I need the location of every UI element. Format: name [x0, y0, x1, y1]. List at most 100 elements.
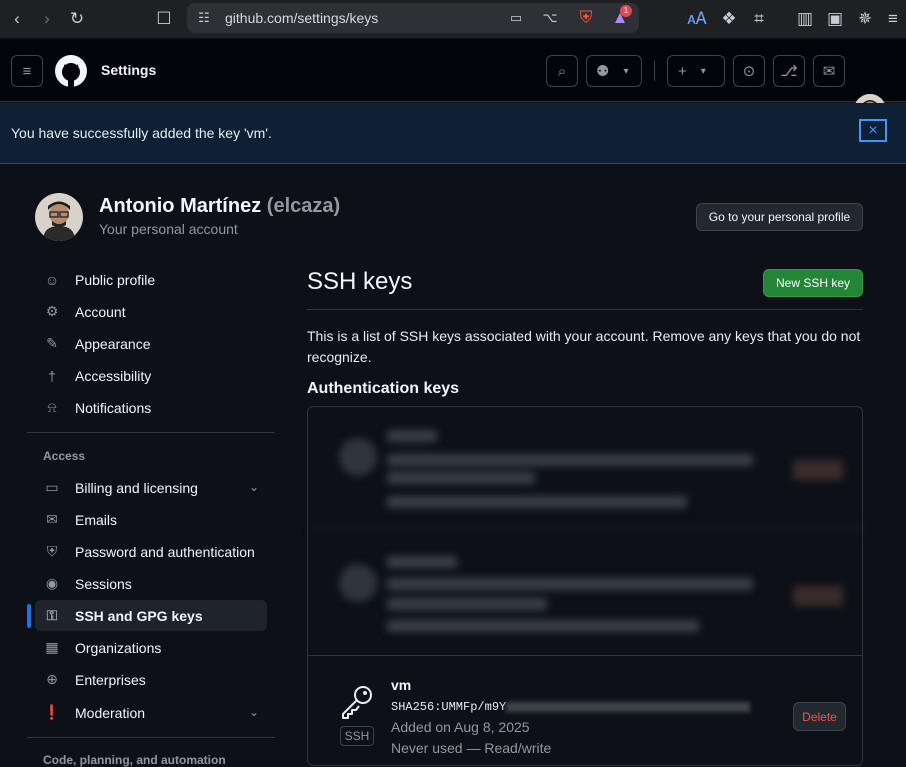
brave-shield-icon[interactable]: ⛨: [575, 7, 597, 29]
notification-badge: 1: [620, 5, 632, 17]
sidebar-item-sessions[interactable]: ◉ Sessions: [35, 568, 267, 599]
sidebar-item-password-authentication[interactable]: ⛨ Password and authentication: [35, 536, 267, 567]
copilot-button[interactable]: ⚉ ▾: [586, 55, 642, 87]
browser-toolbar: ‹ › ↻ ☐ ☷ github.com/settings/keys ▭ ⌥ ⛨…: [0, 0, 906, 38]
paintbrush-icon: ✎: [46, 335, 58, 351]
page-heading: SSH keys: [307, 268, 413, 295]
github-logo-icon[interactable]: [55, 55, 87, 87]
chevron-down-icon[interactable]: ⌄: [249, 705, 259, 719]
install-app-icon[interactable]: ▭: [505, 7, 527, 29]
key-row-divider: [308, 655, 862, 656]
active-indicator: [27, 604, 31, 628]
ssh-badge: SSH: [340, 726, 374, 746]
success-flash-banner: You have successfully added the key 'vm'…: [0, 103, 906, 164]
bookmark-icon[interactable]: ☐: [153, 8, 175, 30]
key-added-date: Added on Aug 8, 2025: [391, 719, 530, 735]
chevron-down-icon[interactable]: ⌄: [249, 480, 259, 494]
profile-name: Antonio Martínez (elcaza): [99, 195, 340, 218]
accessibility-icon: †: [48, 367, 56, 384]
sidebar-item-label: SSH and GPG keys: [75, 607, 203, 624]
sidebar-item-moderation[interactable]: ❗ Moderation ⌄: [35, 697, 267, 728]
key-title: vm: [391, 677, 412, 693]
wallet-icon[interactable]: ▣: [824, 8, 846, 30]
share-icon[interactable]: ⌥: [539, 7, 561, 29]
page-title: Settings: [101, 62, 157, 78]
sidebar-item-emails[interactable]: ✉ Emails: [35, 504, 267, 535]
sidebar-item-label: Public profile: [75, 271, 156, 288]
sidebar-item-label: Appearance: [75, 335, 151, 352]
leo-ai-icon[interactable]: ✵: [854, 8, 876, 30]
sidebar-divider: [27, 432, 275, 433]
flash-message: You have successfully added the key 'vm'…: [11, 125, 272, 141]
sidebar-item-label: Emails: [75, 511, 118, 528]
issues-button[interactable]: ⊙: [733, 55, 765, 87]
mail-icon: ✉: [46, 511, 58, 527]
profile-avatar: [35, 193, 83, 241]
create-new-button[interactable]: + ▾: [667, 55, 725, 87]
site-info-icon[interactable]: ☷: [193, 7, 215, 29]
translate-icon[interactable]: 🗚: [686, 8, 708, 30]
pull-requests-button[interactable]: ⎇: [773, 55, 805, 87]
sidebar-item-label: Billing and licensing: [75, 479, 198, 496]
report-icon: ❗: [43, 704, 61, 720]
sidebar-item-accessibility[interactable]: † Accessibility: [35, 360, 267, 391]
profile-subtitle: Your personal account: [99, 221, 238, 237]
go-to-profile-button[interactable]: Go to your personal profile: [696, 203, 863, 231]
gear-icon: ⚙: [45, 303, 59, 319]
search-button[interactable]: ⌕: [546, 55, 578, 87]
sidebar-item-public-profile[interactable]: ☺ Public profile: [35, 264, 267, 295]
sidebar-item-label: Password and authentication: [75, 543, 255, 560]
key-usage: Never used — Read/write: [391, 740, 552, 756]
sidebar-item-account[interactable]: ⚙ Account: [35, 296, 267, 327]
bell-icon: ⍾: [47, 399, 57, 415]
profile-handle: (elcaza): [266, 195, 341, 217]
organization-icon: ▦: [45, 639, 59, 655]
sidebar-item-label: Enterprises: [75, 671, 146, 688]
address-bar[interactable]: ☷ github.com/settings/keys ▭ ⌥ ⛨ ▲ 1: [187, 3, 639, 33]
sidebar-item-notifications[interactable]: ⍾ Notifications: [35, 392, 267, 423]
github-header: ≡ Settings ⌕ ⚉ ▾ + ▾ ⊙ ⎇ ✉: [0, 39, 906, 126]
back-icon[interactable]: ‹: [6, 8, 28, 30]
chevron-down-icon: ▾: [700, 65, 706, 77]
key-large-icon: [339, 684, 375, 725]
sidebar-item-billing[interactable]: ▭ Billing and licensing ⌄: [35, 472, 267, 503]
inbox-button[interactable]: ✉: [813, 55, 845, 87]
new-ssh-key-button[interactable]: New SSH key: [763, 269, 863, 297]
chevron-down-icon: ▾: [623, 65, 629, 77]
auth-keys-heading: Authentication keys: [307, 380, 460, 397]
sidebar-item-label: Moderation: [75, 704, 146, 721]
sidebar-item-label: Organizations: [75, 639, 162, 656]
sidebar-item-appearance[interactable]: ✎ Appearance: [35, 328, 267, 359]
globe-icon: ⊕: [46, 671, 58, 687]
redacted-keys: [309, 408, 865, 654]
key-icon: ⚿: [46, 607, 58, 623]
sidebar-item-ssh-gpg-keys[interactable]: ⚿ SSH and GPG keys: [35, 600, 267, 631]
hamburger-button[interactable]: ≡: [11, 55, 43, 87]
sidebar-item-label: Account: [75, 303, 126, 320]
sidebar-toggle-icon[interactable]: ▥: [794, 8, 816, 30]
sidebar-item-label: Accessibility: [75, 367, 152, 384]
sidebar-item-enterprises[interactable]: ⊕ Enterprises: [35, 664, 267, 695]
credit-card-icon: ▭: [45, 479, 59, 495]
forward-icon[interactable]: ›: [36, 8, 58, 30]
sidebar-item-label: Notifications: [75, 399, 152, 416]
extensions-icon[interactable]: ❖: [718, 8, 740, 30]
screenshot-icon[interactable]: ⌗: [748, 8, 770, 30]
delete-key-button[interactable]: Delete: [793, 702, 846, 731]
sidebar-divider: [27, 737, 275, 738]
sidebar-section-access: Access: [43, 449, 86, 463]
sidebar-item-organizations[interactable]: ▦ Organizations: [35, 632, 267, 663]
fingerprint-redacted: [506, 702, 750, 712]
person-icon: ☺: [44, 271, 60, 288]
reload-icon[interactable]: ↻: [66, 8, 88, 30]
url-text: github.com/settings/keys: [225, 10, 379, 26]
close-icon[interactable]: ×: [859, 119, 887, 142]
broadcast-icon: ◉: [45, 575, 59, 591]
profile-fullname: Antonio Martínez: [99, 195, 262, 217]
sidebar-section-code: Code, planning, and automation: [43, 753, 226, 767]
shield-lock-icon: ⛨: [46, 543, 58, 559]
menu-icon[interactable]: ≡: [882, 8, 904, 30]
header-divider: [654, 61, 655, 81]
key-fingerprint: SHA256:UMMFp/m9Y: [391, 700, 507, 714]
sidebar-item-label: Sessions: [75, 575, 132, 592]
